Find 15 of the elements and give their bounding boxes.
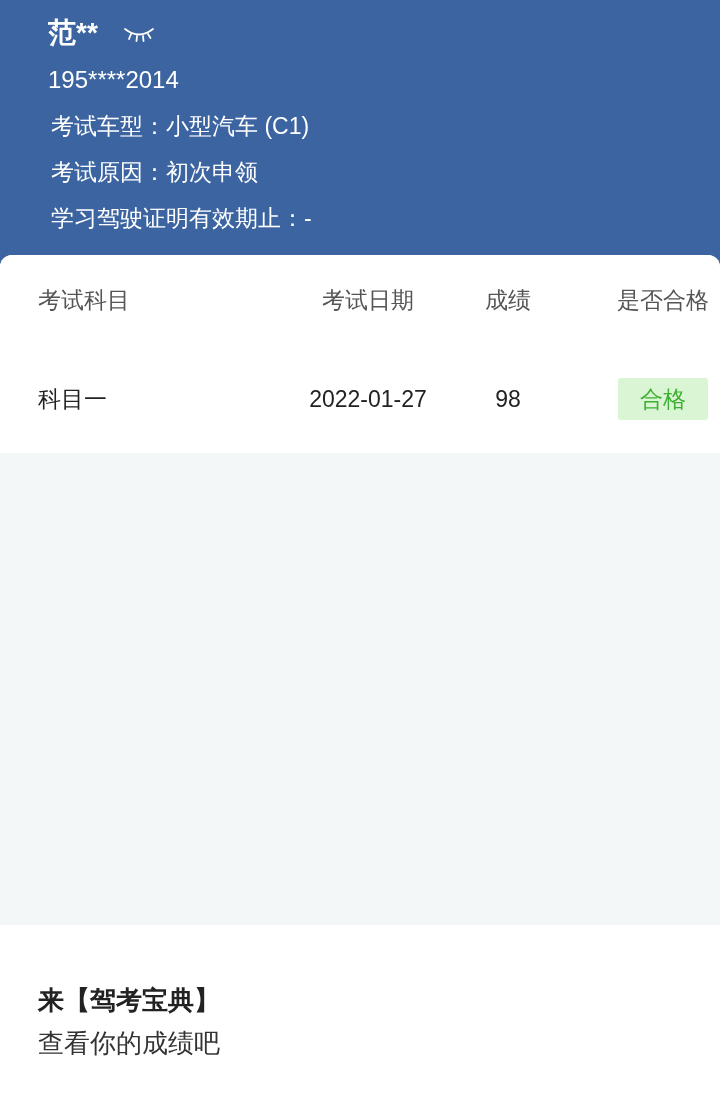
column-header: 考试科目 bbox=[38, 285, 131, 315]
table-cell-text: 98 bbox=[494, 384, 522, 414]
phone-number: 195****2014 bbox=[48, 65, 180, 95]
detail-line: 学习驾驶证明有效期止：- bbox=[50, 204, 313, 233]
column-header: 是否合格 bbox=[616, 285, 710, 315]
table-cell-text: 2022-01-27 bbox=[308, 384, 428, 414]
result-badge: 合格 bbox=[618, 377, 708, 421]
footer-title: 来【驾考宝典】 bbox=[38, 984, 221, 1017]
footer-subtitle: 查看你的成绩吧 bbox=[38, 1027, 221, 1060]
detail-line: 考试车型：小型汽车 (C1) bbox=[50, 112, 311, 141]
table-cell-text: 科目一 bbox=[38, 384, 108, 414]
column-header: 考试日期 bbox=[321, 285, 415, 315]
column-header: 成绩 bbox=[484, 285, 532, 315]
user-name: 范** bbox=[48, 16, 98, 50]
detail-line: 考试原因：初次申领 bbox=[50, 158, 259, 187]
